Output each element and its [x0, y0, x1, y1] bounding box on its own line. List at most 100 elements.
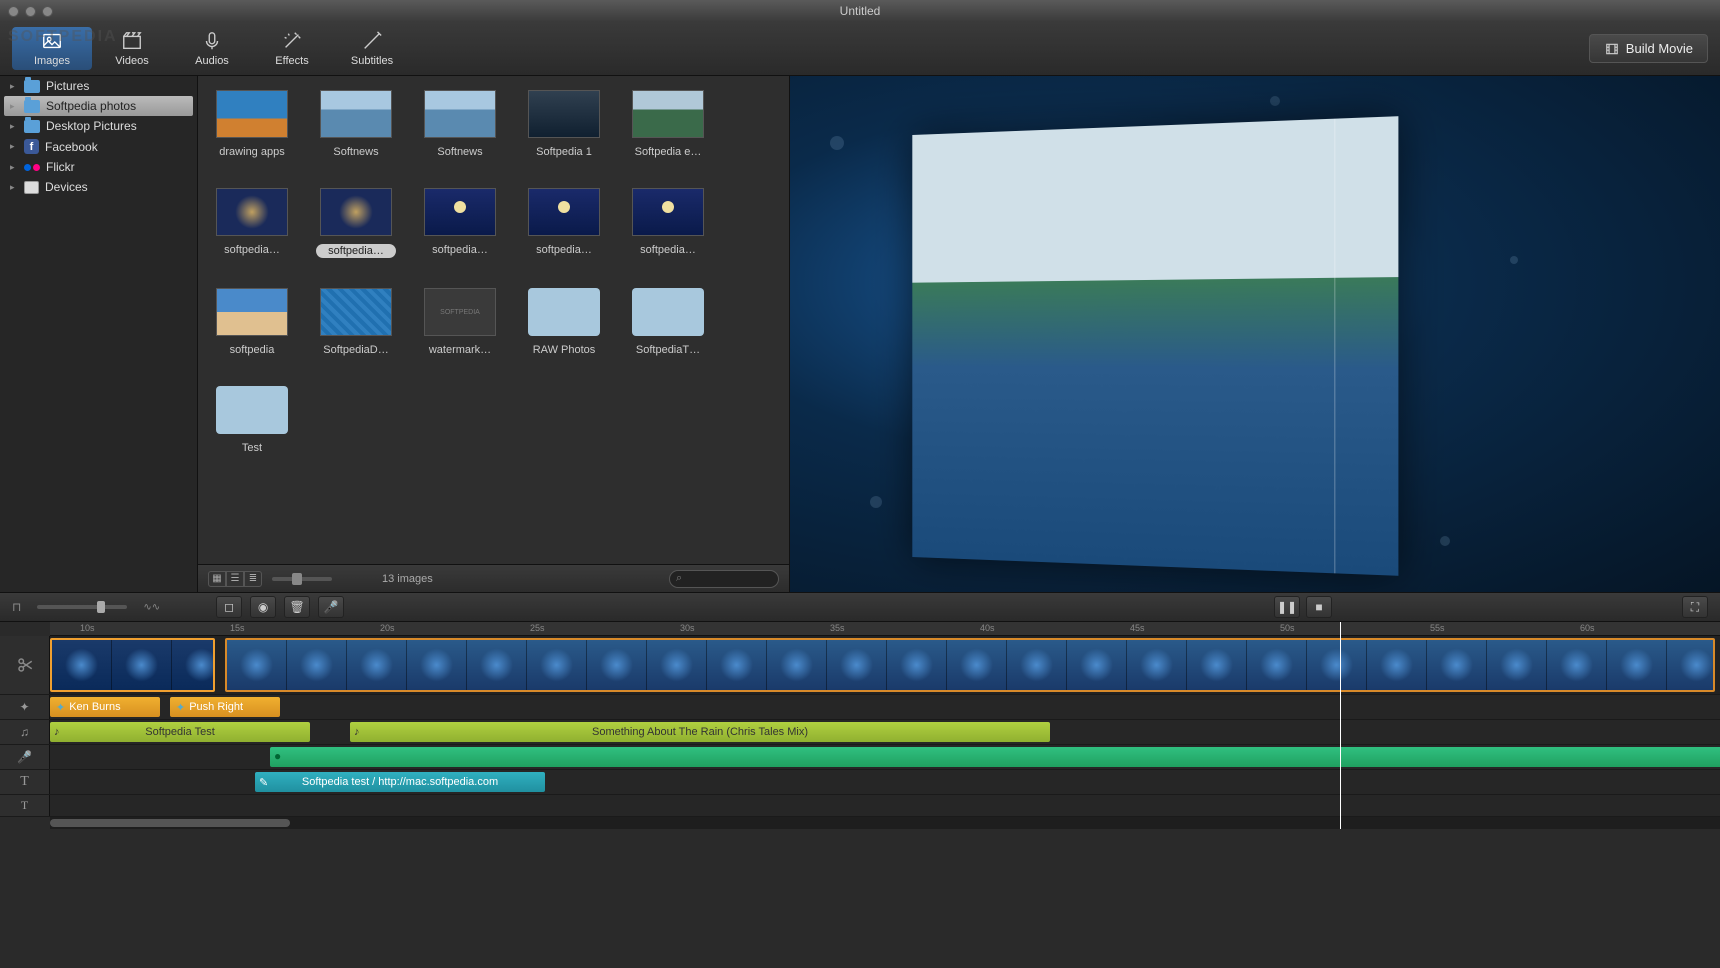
voiceover-track-head[interactable]: 🎤	[0, 745, 50, 769]
sidebar-item-devices[interactable]: ▸Devices	[0, 177, 197, 197]
ruler-mark: 30s	[680, 623, 695, 633]
tab-label: Videos	[115, 55, 148, 67]
effect-clip[interactable]: ✦Ken Burns	[50, 697, 160, 717]
thumbnail[interactable]: Softnews	[424, 90, 496, 158]
thumbnail[interactable]: softpedia…	[632, 188, 704, 258]
subtitle-clip[interactable]: ✎ Softpedia test / http://mac.softpedia.…	[255, 772, 545, 792]
audio-track-body[interactable]: ♪Softpedia Test ♪Something About The Rain…	[50, 720, 1720, 744]
thumbnail[interactable]: Softpedia e…	[632, 90, 704, 158]
audio-clip[interactable]: ♪Something About The Rain (Chris Tales M…	[350, 722, 1050, 742]
main-area: ▸ Pictures ▸Softpedia photos▸Desktop Pictu…	[0, 76, 1720, 592]
effect-clip[interactable]: ✦Push Right	[170, 697, 280, 717]
sidebar-item-label: Facebook	[45, 140, 98, 154]
video-clip[interactable]	[225, 638, 1715, 692]
thumbnail-label: SoftpediaT…	[628, 344, 708, 356]
video-clip[interactable]	[50, 638, 215, 692]
sidebar-item-facebook[interactable]: ▸fFacebook	[0, 136, 197, 157]
video-track-body[interactable]	[50, 636, 1720, 694]
clip-icon	[16, 656, 34, 674]
scrollbar-thumb[interactable]	[50, 819, 290, 827]
timeline-scrollbar[interactable]	[50, 817, 1720, 829]
subtitle-track-body[interactable]: ✎ Softpedia test / http://mac.softpedia.…	[50, 770, 1720, 794]
sidebar-item-pictures[interactable]: ▸ Pictures	[0, 76, 197, 96]
disclosure-arrow-icon: ▸	[10, 81, 18, 92]
extra-track-body[interactable]	[50, 795, 1720, 816]
voiceover-clip[interactable]: ●	[270, 747, 1720, 767]
stop-button[interactable]: ■	[1306, 596, 1332, 618]
mic-icon: 🎤	[17, 750, 32, 764]
time-ruler[interactable]: 10s15s20s25s30s35s40s45s50s55s60s	[50, 622, 1720, 636]
tab-subtitles[interactable]: Subtitles	[332, 30, 412, 67]
effect-icon: ✦	[56, 701, 65, 714]
list-view-button[interactable]: ☰	[226, 571, 244, 587]
voiceover-track-body[interactable]: ●	[50, 745, 1720, 769]
thumbnail[interactable]: SoftpediaT…	[632, 288, 704, 356]
thumbnail[interactable]: Test	[216, 386, 288, 454]
thumbnail[interactable]: softpedia…	[424, 188, 496, 258]
tab-audios[interactable]: Audios	[172, 30, 252, 67]
thumbnail[interactable]: SoftpediaD…	[320, 288, 392, 356]
grid-view-button[interactable]: ▦	[208, 571, 226, 587]
thumbnail[interactable]: Softpedia 1	[528, 90, 600, 158]
audio-track-head[interactable]: ♫	[0, 720, 50, 744]
thumbnail[interactable]: Softnews	[320, 90, 392, 158]
thumbnail[interactable]: softpedia…	[528, 188, 600, 258]
marker-icon[interactable]: ⊓	[12, 600, 21, 614]
sidebar-item-desktop-pictures[interactable]: ▸Desktop Pictures	[0, 116, 197, 136]
video-track-head[interactable]	[0, 636, 50, 694]
sidebar-item-label: Devices	[45, 180, 88, 194]
folder-icon	[24, 120, 40, 133]
subtitle-track-head[interactable]: T	[0, 770, 50, 794]
timeline-zoom-slider[interactable]	[37, 605, 127, 609]
thumbnail[interactable]: softpedia	[216, 288, 288, 356]
crop-button[interactable]: ◻	[216, 596, 242, 618]
tab-videos[interactable]: Videos	[92, 30, 172, 67]
control-bar: ⊓ ∿∿ ◻ ◉ 🗑 🎤 ❚❚ ■ ⛶	[0, 592, 1720, 622]
preview-canvas[interactable]	[790, 76, 1720, 592]
sidebar-item-softpedia-photos[interactable]: ▸Softpedia photos	[4, 96, 193, 116]
sidebar-item-flickr[interactable]: ▸Flickr	[0, 157, 197, 177]
build-movie-button[interactable]: Build Movie	[1589, 34, 1708, 63]
thumbnail-label: Softnews	[420, 146, 500, 158]
tab-label: Images	[34, 55, 70, 67]
delete-button[interactable]: 🗑	[284, 596, 310, 618]
thumbnail-image	[632, 188, 704, 236]
tab-images[interactable]: Images	[12, 27, 92, 70]
wand-icon: ✦	[19, 700, 29, 714]
disclosure-arrow-icon: ▸	[10, 101, 18, 112]
audio-clip[interactable]: ♪Softpedia Test	[50, 722, 310, 742]
record-button[interactable]: ◉	[250, 596, 276, 618]
minimize-icon[interactable]	[25, 6, 36, 17]
text2-icon: T	[21, 798, 28, 813]
thumbnail[interactable]: softpedia…	[320, 188, 392, 258]
effects-track: ✦ ✦Ken Burns ✦Push Right	[0, 695, 1720, 720]
tab-label: Audios	[195, 55, 229, 67]
thumbnail[interactable]: drawing apps	[216, 90, 288, 158]
audio-label: Softpedia Test	[145, 726, 215, 738]
ruler-mark: 10s	[80, 623, 95, 633]
thumbnail[interactable]: RAW Photos	[528, 288, 600, 356]
tab-effects[interactable]: Effects	[252, 30, 332, 67]
pause-button[interactable]: ❚❚	[1274, 596, 1300, 618]
close-icon[interactable]	[8, 6, 19, 17]
thumbnail-image	[216, 90, 288, 138]
extra-track-head[interactable]: T	[0, 795, 50, 816]
thumbnail-zoom-slider[interactable]	[272, 577, 332, 581]
voiceover-button[interactable]: 🎤	[318, 596, 344, 618]
disclosure-arrow-icon: ▸	[10, 162, 18, 173]
thumbnail-label: drawing apps	[212, 146, 292, 158]
fullscreen-button[interactable]: ⛶	[1682, 596, 1708, 618]
thumbnail-grid: drawing appsSoftnewsSoftnewsSoftpedia 1S…	[198, 76, 789, 564]
effects-track-body[interactable]: ✦Ken Burns ✦Push Right	[50, 695, 1720, 719]
column-view-button[interactable]: ≣	[244, 571, 262, 587]
thumbnail[interactable]: SOFTPEDIAwatermark…	[424, 288, 496, 356]
disclosure-arrow-icon: ▸	[10, 141, 18, 152]
thumbnail-label: softpedia…	[212, 244, 292, 256]
search-input[interactable]: ⌕	[669, 570, 779, 588]
window-title: Untitled	[840, 4, 881, 18]
waveform-icon[interactable]: ∿∿	[143, 602, 160, 613]
sidebar-item-label: Pictures	[46, 79, 89, 93]
thumbnail[interactable]: softpedia…	[216, 188, 288, 258]
effects-track-head[interactable]: ✦	[0, 695, 50, 719]
zoom-icon[interactable]	[42, 6, 53, 17]
